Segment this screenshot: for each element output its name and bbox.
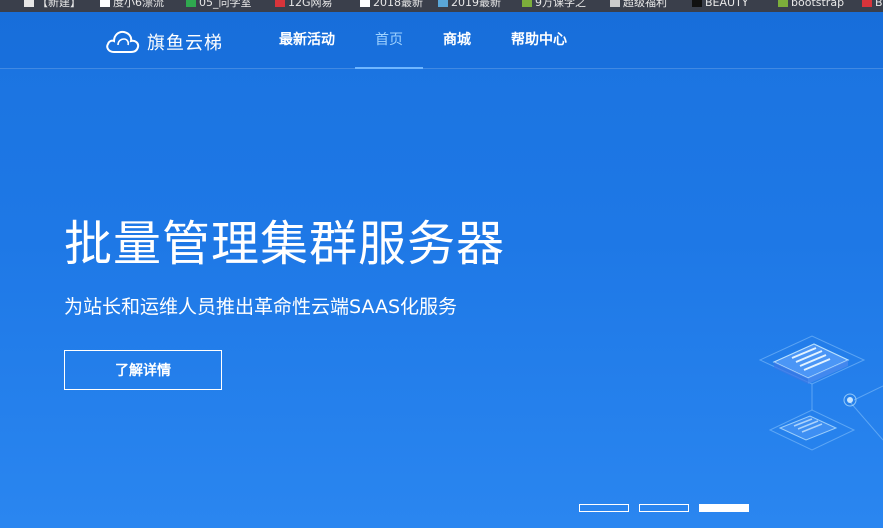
bookmark-favicon-icon xyxy=(438,0,448,7)
bookmark-favicon-icon xyxy=(692,0,702,7)
nav-item-help-center[interactable]: 帮助中心 xyxy=(509,12,569,68)
carousel-indicator[interactable] xyxy=(639,504,689,512)
logo-text: 旗鱼云梯 xyxy=(147,33,223,54)
nav-item-latest-events[interactable]: 最新活动 xyxy=(277,12,337,68)
site-logo[interactable]: 旗鱼云梯 xyxy=(104,26,223,58)
bookmark-item[interactable]: B xyxy=(862,0,883,9)
bookmark-favicon-icon xyxy=(610,0,620,7)
bookmark-favicon-icon xyxy=(275,0,285,7)
carousel-indicator[interactable] xyxy=(579,504,629,512)
bookmark-favicon-icon xyxy=(24,0,34,7)
learn-more-button[interactable]: 了解详情 xyxy=(64,350,222,390)
bookmark-item[interactable]: 【新建】 xyxy=(24,0,81,9)
bookmark-item[interactable]: bootstrap xyxy=(778,0,844,9)
bookmark-item[interactable]: 05_同学室 xyxy=(186,0,252,9)
bookmark-item[interactable]: BEAUTY xyxy=(692,0,749,9)
site-header: 旗鱼云梯 最新活动 首页 商城 帮助中心 xyxy=(0,12,883,69)
bookmark-item[interactable]: 2019最新 xyxy=(438,0,501,9)
bookmark-item[interactable]: 12G网易 xyxy=(275,0,333,9)
carousel-indicators xyxy=(579,504,759,514)
bookmark-favicon-icon xyxy=(100,0,110,7)
cloud-logo-icon xyxy=(106,30,140,53)
bookmark-favicon-icon xyxy=(186,0,196,7)
bookmark-item[interactable]: 度小6漂流 xyxy=(100,0,164,9)
bookmark-item[interactable]: 9万课学之 xyxy=(522,0,586,9)
bookmark-favicon-icon xyxy=(360,0,370,7)
nav-item-shop[interactable]: 商城 xyxy=(441,12,473,68)
bookmark-item[interactable]: 超级福利 xyxy=(610,0,667,9)
nav-item-home[interactable]: 首页 xyxy=(355,12,423,69)
bookmark-item[interactable]: 2018最新 xyxy=(360,0,423,9)
bookmark-favicon-icon xyxy=(778,0,788,7)
bookmark-favicon-icon xyxy=(522,0,532,7)
carousel-indicator-active[interactable] xyxy=(699,504,749,512)
hero-subtitle: 为站长和运维人员推出革命性云端SAAS化服务 xyxy=(64,296,457,318)
hero-title: 批量管理集群服务器 xyxy=(64,216,506,272)
server-illustration-icon xyxy=(758,335,883,451)
bookmark-favicon-icon xyxy=(862,0,872,7)
browser-bookmarks-bar: 【新建】 度小6漂流 05_同学室 12G网易 2018最新 2019最新 9万… xyxy=(0,0,883,12)
